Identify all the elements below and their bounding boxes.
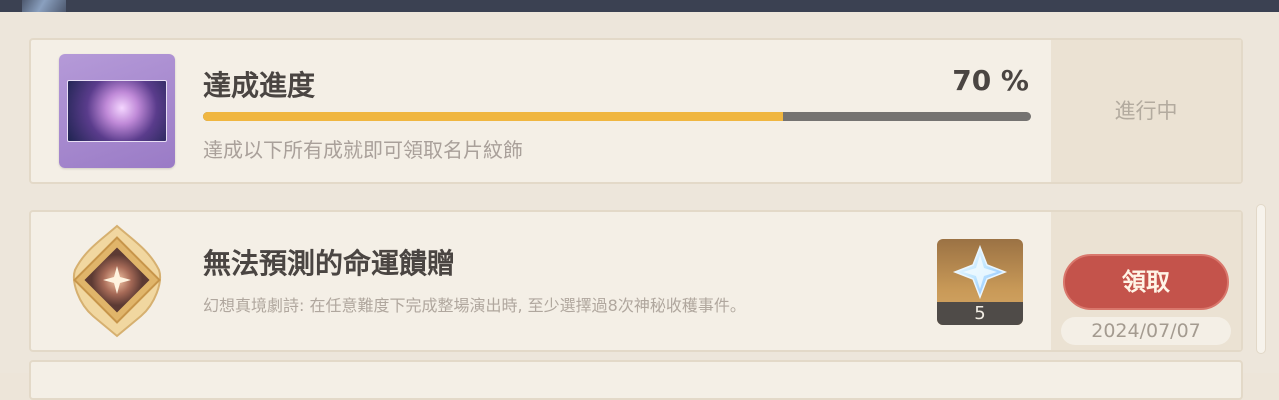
- progress-card: 進行中 達成進度 70 % 達成以下所有成就即可領取名片紋飾: [29, 38, 1243, 184]
- progress-description: 達成以下所有成就即可領取名片紋飾: [203, 138, 523, 162]
- list-scrollbar[interactable]: [1256, 204, 1266, 354]
- progress-bar-fill: [203, 112, 783, 121]
- progress-status-area: 進行中: [1051, 40, 1241, 182]
- progress-percent: 70 %: [952, 64, 1029, 97]
- top-bar-accent: [22, 0, 66, 12]
- reward-item[interactable]: 5: [937, 239, 1023, 325]
- namecard-thumbnail-icon: [59, 54, 175, 168]
- reward-count: 5: [937, 302, 1023, 325]
- top-bar: [0, 0, 1279, 12]
- achievement-card: 無法預測的命運饋贈 幻想真境劇詩: 在任意難度下完成整場演出時, 至少選擇過8次…: [29, 210, 1243, 352]
- progress-bar: [203, 112, 1031, 121]
- achievement-description: 幻想真境劇詩: 在任意難度下完成整場演出時, 至少選擇過8次神秘收穫事件。: [203, 296, 746, 315]
- namecard-art: [67, 80, 167, 142]
- status-label: 進行中: [1114, 99, 1178, 123]
- claim-button[interactable]: 領取: [1063, 254, 1229, 310]
- completion-date: 2024/07/07: [1061, 317, 1231, 345]
- achievement-title: 無法預測的命運饋贈: [203, 247, 456, 280]
- next-achievement-card: [29, 360, 1243, 400]
- achievement-badge-icon: [61, 220, 173, 340]
- progress-title: 達成進度: [203, 69, 316, 102]
- primogem-icon: [952, 244, 1008, 300]
